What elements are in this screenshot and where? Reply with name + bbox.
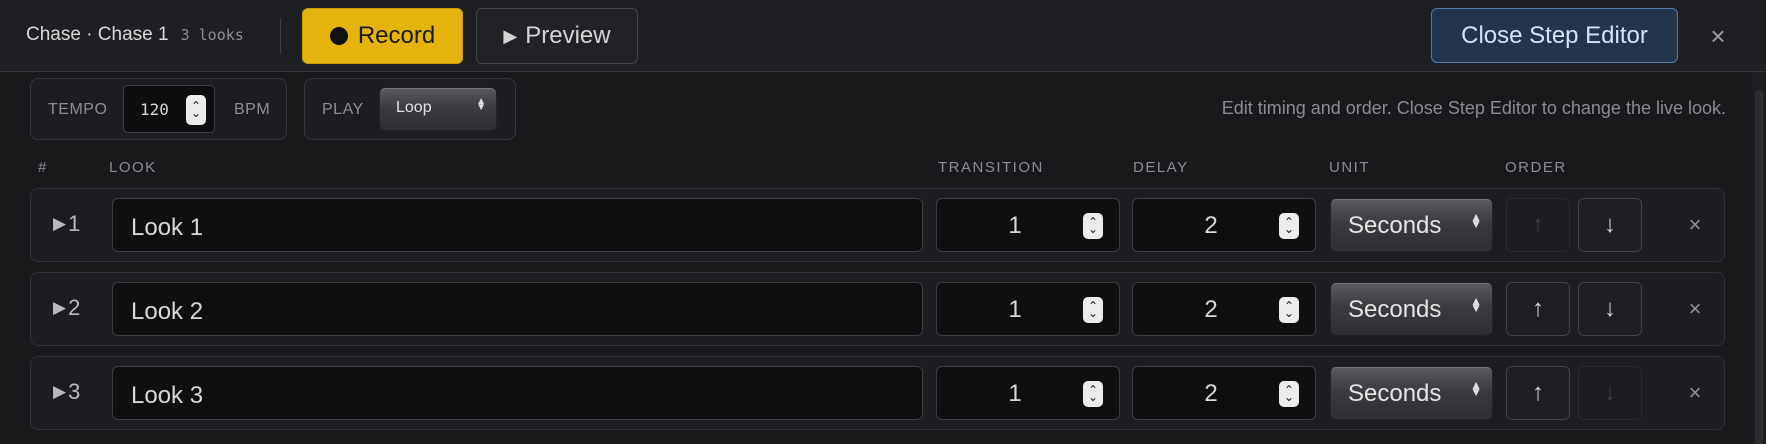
- transition-stepper[interactable]: ⌃ ⌄: [1083, 381, 1103, 407]
- step-editor-window: Chase · Chase 1 3 looks Record ▶ Preview…: [0, 0, 1766, 444]
- play-mode-select[interactable]: Loop ▲ ▼: [379, 87, 497, 131]
- unit-select[interactable]: Seconds ▲ ▼: [1330, 366, 1493, 420]
- transition-value: 1: [1008, 212, 1022, 239]
- select-arrows-icon: ▲ ▼: [1470, 210, 1482, 231]
- unit-value: Seconds: [1348, 296, 1442, 323]
- close-icon[interactable]: ×: [1704, 18, 1732, 54]
- arrow-up-icon: ↑: [1532, 295, 1544, 322]
- unit-value: Seconds: [1348, 380, 1442, 407]
- arrow-down-icon: ↓: [1604, 211, 1616, 238]
- remove-step-button[interactable]: ×: [1681, 377, 1709, 409]
- move-up-button[interactable]: ↑: [1506, 366, 1570, 420]
- col-header-transition: TRANSITION: [938, 159, 1044, 176]
- move-up-button[interactable]: ↑: [1506, 282, 1570, 336]
- scrollbar-thumb[interactable]: [1755, 90, 1763, 444]
- transition-value: 1: [1008, 380, 1022, 407]
- delay-input[interactable]: 2 ⌃ ⌄: [1132, 366, 1316, 420]
- delay-value: 2: [1204, 296, 1218, 323]
- tempo-stepper[interactable]: ⌃ ⌄: [186, 95, 206, 125]
- row-number: 3: [68, 379, 81, 404]
- table-row: ▶ 3 Look 3 1 ⌃ ⌄ 2 ⌃ ⌄ Seconds ▲ ▼ ↑ ↓ ×: [30, 356, 1725, 430]
- chase-title: Chase · Chase 1: [26, 24, 169, 45]
- transition-input[interactable]: 1 ⌃ ⌄: [936, 198, 1120, 252]
- row-play-button[interactable]: ▶ 2: [53, 295, 80, 321]
- stepper-down-icon: ⌄: [190, 106, 202, 120]
- play-icon: ▶: [53, 298, 67, 317]
- delay-value: 2: [1204, 380, 1218, 407]
- play-mode-control: PLAY Loop ▲ ▼: [304, 78, 516, 140]
- play-mode-value: Loop: [396, 99, 432, 116]
- tempo-label: TEMPO: [48, 101, 108, 118]
- delay-stepper[interactable]: ⌃ ⌄: [1279, 213, 1299, 239]
- close-step-editor-label: Close Step Editor: [1461, 21, 1648, 49]
- tempo-value: 120: [140, 100, 169, 119]
- row-number: 2: [68, 295, 81, 320]
- select-arrows-icon: ▲ ▼: [476, 96, 486, 113]
- header-divider: [280, 18, 281, 54]
- move-down-button[interactable]: ↓: [1578, 282, 1642, 336]
- table-row: ▶ 2 Look 2 1 ⌃ ⌄ 2 ⌃ ⌄ Seconds ▲ ▼ ↑ ↓ ×: [30, 272, 1725, 346]
- arrow-up-icon: ↑: [1532, 379, 1544, 406]
- unit-select[interactable]: Seconds ▲ ▼: [1330, 282, 1493, 336]
- arrow-up-icon: ↑: [1532, 211, 1544, 238]
- tempo-input[interactable]: 120 ⌃ ⌄: [123, 85, 215, 133]
- record-dot-icon: [329, 27, 348, 45]
- col-header-order: ORDER: [1505, 159, 1567, 176]
- tempo-control: TEMPO 120 ⌃ ⌄ BPM: [30, 78, 287, 140]
- unit-select[interactable]: Seconds ▲ ▼: [1330, 198, 1493, 252]
- look-name-input[interactable]: Look 3: [112, 366, 923, 420]
- preview-button[interactable]: ▶ Preview: [476, 8, 638, 64]
- col-header-delay: DELAY: [1133, 159, 1189, 176]
- move-down-button[interactable]: ↓: [1578, 198, 1642, 252]
- close-step-editor-button[interactable]: Close Step Editor: [1431, 8, 1678, 63]
- editor-hint: Edit timing and order. Close Step Editor…: [1221, 98, 1726, 118]
- preview-label: Preview: [525, 22, 611, 49]
- transition-value: 1: [1008, 296, 1022, 323]
- play-icon: ▶: [503, 25, 518, 46]
- bpm-label: BPM: [234, 101, 271, 118]
- look-name-input[interactable]: Look 1: [112, 198, 923, 252]
- remove-step-button[interactable]: ×: [1681, 293, 1709, 325]
- delay-stepper[interactable]: ⌃ ⌄: [1279, 297, 1299, 323]
- look-count: 3 looks: [180, 26, 244, 44]
- delay-input[interactable]: 2 ⌃ ⌄: [1132, 198, 1316, 252]
- table-row: ▶ 1 Look 1 1 ⌃ ⌄ 2 ⌃ ⌄ Seconds ▲ ▼ ↑ ↓ ×: [30, 188, 1725, 262]
- record-label: Record: [357, 22, 436, 49]
- remove-step-button[interactable]: ×: [1681, 209, 1709, 241]
- play-icon: ▶: [53, 214, 67, 233]
- record-button[interactable]: Record: [302, 8, 463, 64]
- move-down-button[interactable]: ↓: [1578, 366, 1642, 420]
- select-arrows-icon: ▲ ▼: [1470, 294, 1482, 315]
- close-icon: ×: [1688, 296, 1702, 321]
- arrow-down-icon: ↓: [1604, 295, 1616, 322]
- transition-input[interactable]: 1 ⌃ ⌄: [936, 282, 1120, 336]
- header-bar: Chase · Chase 1 3 looks Record ▶ Preview…: [0, 0, 1766, 72]
- arrow-down-icon: ↓: [1604, 379, 1616, 406]
- close-icon: ×: [1688, 212, 1702, 237]
- page-title: Chase · Chase 1 3 looks: [26, 24, 244, 46]
- select-arrows-icon: ▲ ▼: [1470, 378, 1482, 399]
- col-header-num: #: [38, 159, 48, 176]
- look-name-input[interactable]: Look 2: [112, 282, 923, 336]
- look-name: Look 2: [131, 298, 204, 325]
- transition-stepper[interactable]: ⌃ ⌄: [1083, 213, 1103, 239]
- play-label: PLAY: [322, 101, 364, 118]
- delay-input[interactable]: 2 ⌃ ⌄: [1132, 282, 1316, 336]
- look-name: Look 1: [131, 214, 204, 241]
- transition-input[interactable]: 1 ⌃ ⌄: [936, 366, 1120, 420]
- col-header-look: LOOK: [109, 159, 157, 176]
- look-name: Look 3: [131, 382, 204, 409]
- row-play-button[interactable]: ▶ 1: [53, 211, 80, 237]
- row-number: 1: [68, 211, 81, 236]
- unit-value: Seconds: [1348, 212, 1442, 239]
- row-play-button[interactable]: ▶ 3: [53, 379, 80, 405]
- col-header-unit: UNIT: [1329, 159, 1370, 176]
- delay-value: 2: [1204, 212, 1218, 239]
- move-up-button[interactable]: ↑: [1506, 198, 1570, 252]
- transition-stepper[interactable]: ⌃ ⌄: [1083, 297, 1103, 323]
- close-icon: ×: [1688, 380, 1702, 405]
- play-icon: ▶: [53, 382, 67, 401]
- delay-stepper[interactable]: ⌃ ⌄: [1279, 381, 1299, 407]
